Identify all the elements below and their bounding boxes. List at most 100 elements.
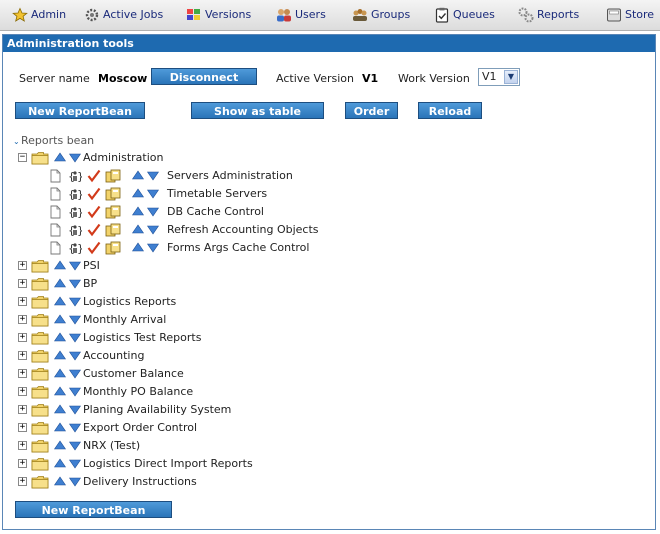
move-down-icon[interactable]: [68, 153, 82, 166]
move-up-icon[interactable]: [53, 350, 67, 363]
nav-queues[interactable]: Queues: [434, 4, 495, 26]
move-down-icon[interactable]: [68, 405, 82, 418]
move-down-icon[interactable]: [68, 315, 82, 328]
move-down-icon[interactable]: [68, 459, 82, 472]
move-up-icon[interactable]: [53, 332, 67, 345]
expand-toggle[interactable]: +: [18, 387, 27, 396]
disconnect-button[interactable]: Disconnect: [151, 68, 257, 85]
expand-toggle[interactable]: +: [18, 369, 27, 378]
copy-icon[interactable]: [105, 205, 121, 222]
move-down-icon[interactable]: [68, 423, 82, 436]
move-up-icon[interactable]: [53, 476, 67, 489]
tree-report-node[interactable]: {} Servers Administration: [13, 167, 633, 185]
move-up-icon[interactable]: [131, 188, 145, 201]
order-button[interactable]: Order: [345, 102, 398, 119]
tree-report-label[interactable]: Servers Administration: [167, 167, 293, 185]
tree-folder-label[interactable]: Monthly PO Balance: [83, 383, 193, 401]
expand-toggle[interactable]: +: [18, 315, 27, 324]
move-up-icon[interactable]: [53, 296, 67, 309]
reload-button[interactable]: Reload: [418, 102, 482, 119]
tree-folder-node[interactable]: + Logistics Reports: [13, 293, 633, 311]
expand-toggle[interactable]: +: [18, 261, 27, 270]
move-down-icon[interactable]: [146, 225, 160, 238]
copy-icon[interactable]: [105, 187, 121, 204]
chevron-down-icon[interactable]: ⌄: [13, 134, 21, 150]
tree-folder-node[interactable]: + BP: [13, 275, 633, 293]
move-up-icon[interactable]: [53, 440, 67, 453]
copy-icon[interactable]: [105, 223, 121, 240]
move-down-icon[interactable]: [68, 351, 82, 364]
nav-groups[interactable]: Groups: [352, 4, 410, 26]
move-down-icon[interactable]: [68, 369, 82, 382]
tree-folder-node[interactable]: + NRX (Test): [13, 437, 633, 455]
expand-toggle[interactable]: +: [18, 279, 27, 288]
move-up-icon[interactable]: [53, 260, 67, 273]
tree-folder-label[interactable]: Logistics Reports: [83, 293, 176, 311]
tree-folder-node[interactable]: + Customer Balance: [13, 365, 633, 383]
tree-folder-label[interactable]: BP: [83, 275, 97, 293]
new-reportbean-button-bottom[interactable]: New ReportBean: [15, 501, 172, 518]
move-up-icon[interactable]: [131, 206, 145, 219]
tree-root[interactable]: ⌄Reports bean: [13, 133, 643, 149]
expand-toggle[interactable]: +: [18, 477, 27, 486]
copy-icon[interactable]: [105, 241, 121, 258]
move-down-icon[interactable]: [68, 441, 82, 454]
move-up-icon[interactable]: [53, 386, 67, 399]
tree-folder-node[interactable]: + Logistics Test Reports: [13, 329, 633, 347]
move-down-icon[interactable]: [68, 333, 82, 346]
tree-folder-label[interactable]: Logistics Test Reports: [83, 329, 201, 347]
tree-folder-node[interactable]: + Planing Availability System: [13, 401, 633, 419]
checkmark-icon[interactable]: [87, 223, 101, 240]
move-up-icon[interactable]: [53, 404, 67, 417]
access-rights-icon[interactable]: {}: [68, 205, 84, 222]
expand-toggle[interactable]: +: [18, 297, 27, 306]
move-down-icon[interactable]: [68, 279, 82, 292]
move-up-icon[interactable]: [53, 422, 67, 435]
tree-folder-label[interactable]: Accounting: [83, 347, 144, 365]
nav-active-jobs[interactable]: Active Jobs: [84, 4, 163, 26]
tree-folder-node[interactable]: + Monthly PO Balance: [13, 383, 633, 401]
tree-folder-label[interactable]: Administration: [83, 149, 164, 167]
tree-folder-label[interactable]: Monthly Arrival: [83, 311, 166, 329]
expand-toggle[interactable]: +: [18, 351, 27, 360]
tree-folder-node[interactable]: + Monthly Arrival: [13, 311, 633, 329]
work-version-select[interactable]: V1 ▼: [478, 68, 520, 86]
move-down-icon[interactable]: [146, 207, 160, 220]
tree-folder-node[interactable]: + Accounting: [13, 347, 633, 365]
tree-folder-node[interactable]: + Export Order Control: [13, 419, 633, 437]
expand-toggle[interactable]: +: [18, 423, 27, 432]
tree-report-label[interactable]: Timetable Servers: [167, 185, 267, 203]
new-reportbean-button[interactable]: New ReportBean: [15, 102, 145, 119]
move-down-icon[interactable]: [68, 477, 82, 490]
tree-report-node[interactable]: {} Forms Args Cache Control: [13, 239, 633, 257]
move-up-icon[interactable]: [131, 170, 145, 183]
expand-toggle[interactable]: +: [18, 333, 27, 342]
tree-report-node[interactable]: {} Refresh Accounting Objects: [13, 221, 633, 239]
expand-toggle[interactable]: +: [18, 405, 27, 414]
move-up-icon[interactable]: [53, 278, 67, 291]
checkmark-icon[interactable]: [87, 205, 101, 222]
checkmark-icon[interactable]: [87, 187, 101, 204]
tree-folder-label[interactable]: Export Order Control: [83, 419, 197, 437]
tree-folder-label[interactable]: PSI: [83, 257, 100, 275]
tree-folder-label[interactable]: Planing Availability System: [83, 401, 231, 419]
nav-reports[interactable]: Reports: [518, 4, 579, 26]
move-up-icon[interactable]: [53, 368, 67, 381]
copy-icon[interactable]: [105, 169, 121, 186]
access-rights-icon[interactable]: {}: [68, 187, 84, 204]
tree-report-label[interactable]: Refresh Accounting Objects: [167, 221, 319, 239]
move-up-icon[interactable]: [53, 314, 67, 327]
tree-report-node[interactable]: {} Timetable Servers: [13, 185, 633, 203]
collapse-toggle[interactable]: −: [18, 153, 27, 162]
expand-toggle[interactable]: +: [18, 441, 27, 450]
move-up-icon[interactable]: [53, 152, 67, 165]
move-down-icon[interactable]: [146, 171, 160, 184]
tree-folder-node[interactable]: + Delivery Instructions: [13, 473, 633, 491]
chevron-down-icon[interactable]: ▼: [504, 70, 518, 84]
tree-folder-node[interactable]: + Logistics Direct Import Reports: [13, 455, 633, 473]
move-down-icon[interactable]: [146, 243, 160, 256]
move-up-icon[interactable]: [131, 224, 145, 237]
show-as-table-button[interactable]: Show as table: [191, 102, 324, 119]
nav-versions[interactable]: Versions: [186, 4, 251, 26]
nav-users[interactable]: Users: [276, 4, 326, 26]
